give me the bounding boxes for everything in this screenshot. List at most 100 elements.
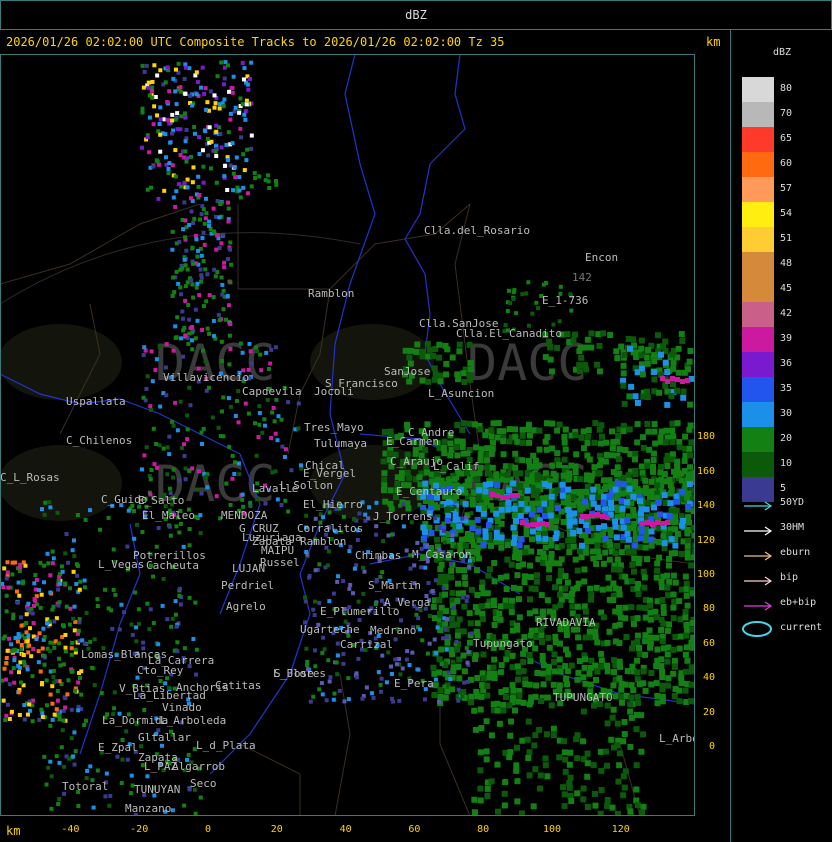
radar-echo — [604, 802, 611, 809]
radar-echo — [584, 773, 591, 780]
radar-echo — [346, 697, 351, 702]
radar-map[interactable]: DACCDACCDACCDACCClla.del_RosarioEnconE_1… — [0, 54, 695, 816]
radar-echo — [449, 354, 456, 361]
radar-echo — [226, 63, 231, 68]
radar-echo — [249, 60, 254, 65]
radar-echo — [50, 684, 55, 689]
radar-echo — [642, 651, 649, 658]
radar-echo — [110, 626, 115, 631]
radar-echo — [497, 574, 504, 581]
radar-echo — [136, 622, 141, 627]
radar-echo — [556, 682, 563, 689]
radar-echo — [664, 651, 671, 658]
radar-echo — [664, 463, 671, 470]
radar-echo — [664, 658, 671, 665]
radar-echo — [589, 494, 596, 501]
radar-echo — [143, 348, 148, 353]
radar-echo — [510, 540, 517, 547]
radar-echo — [334, 660, 339, 665]
radar-echo — [666, 476, 673, 483]
radar-echo — [257, 174, 262, 179]
radar-echo — [313, 648, 318, 653]
radar-echo — [635, 699, 642, 706]
km-label-top: km — [706, 35, 721, 49]
radar-echo — [222, 174, 227, 179]
radar-echo — [480, 651, 487, 658]
radar-echo — [174, 269, 179, 274]
radar-echo — [139, 744, 144, 749]
radar-echo — [107, 803, 112, 808]
radar-echo — [658, 463, 665, 470]
radar-echo — [514, 676, 521, 683]
radar-echo — [214, 494, 219, 499]
radar-echo — [228, 280, 233, 285]
radar-echo — [529, 528, 536, 535]
radar-echo — [564, 681, 571, 688]
radar-echo — [282, 454, 287, 459]
radar-echo — [190, 282, 195, 287]
radar-echo — [148, 404, 153, 409]
radar-echo — [630, 525, 637, 532]
radar-echo — [67, 756, 72, 761]
radar-echo — [56, 603, 61, 608]
radar-echo — [606, 492, 613, 499]
radar-echo — [448, 574, 455, 581]
radar-echo — [70, 669, 75, 674]
radar-echo — [476, 487, 483, 494]
radar-echo — [460, 628, 467, 635]
radar-echo — [221, 434, 226, 439]
radar-echo — [443, 360, 450, 367]
radar-echo — [523, 531, 530, 538]
radar-echo — [73, 647, 78, 652]
radar-echo — [508, 561, 515, 568]
radar-echo — [187, 527, 192, 532]
radar-echo — [341, 651, 346, 656]
radar-echo — [17, 634, 22, 639]
radar-echo — [240, 497, 245, 502]
radar-echo — [165, 445, 170, 450]
radar-echo — [173, 612, 178, 617]
radar-echo — [283, 498, 288, 503]
radar-echo — [228, 247, 233, 252]
radar-echo — [222, 76, 227, 81]
radar-echo — [191, 165, 196, 170]
radar-echo — [508, 597, 515, 604]
radar-echo — [183, 149, 188, 154]
radar-echo — [532, 693, 539, 700]
radar-echo — [547, 512, 554, 519]
radar-echo — [27, 702, 32, 707]
radar-echo — [461, 567, 468, 574]
radar-echo — [267, 185, 272, 190]
place-label: Ramblon — [308, 287, 354, 300]
radar-echo — [205, 100, 210, 105]
radar-echo — [505, 495, 510, 500]
radar-echo — [32, 597, 37, 602]
radar-echo — [398, 672, 403, 677]
radar-echo — [552, 524, 559, 531]
legend-label-48: 48 — [780, 258, 793, 269]
radar-echo — [518, 536, 525, 543]
radar-echo — [335, 574, 340, 579]
radar-echo — [550, 681, 557, 688]
radar-echo — [378, 682, 383, 687]
radar-echo — [539, 638, 546, 645]
radar-echo — [26, 650, 31, 655]
radar-echo — [578, 542, 585, 549]
radar-echo — [669, 438, 676, 445]
radar-echo — [464, 515, 469, 520]
radar-echo — [676, 645, 683, 652]
radar-echo — [228, 346, 233, 351]
radar-echo — [634, 585, 641, 592]
radar-echo — [82, 641, 87, 646]
radar-echo — [79, 669, 84, 674]
radar-echo — [509, 682, 516, 689]
radar-echo — [92, 637, 97, 642]
radar-echo — [178, 285, 183, 290]
radar-echo — [576, 528, 583, 535]
radar-echo — [232, 471, 237, 476]
radar-echo — [25, 667, 30, 672]
radar-echo — [48, 573, 53, 578]
radar-echo — [142, 69, 147, 74]
radar-echo — [41, 626, 46, 631]
radar-echo — [77, 676, 82, 681]
